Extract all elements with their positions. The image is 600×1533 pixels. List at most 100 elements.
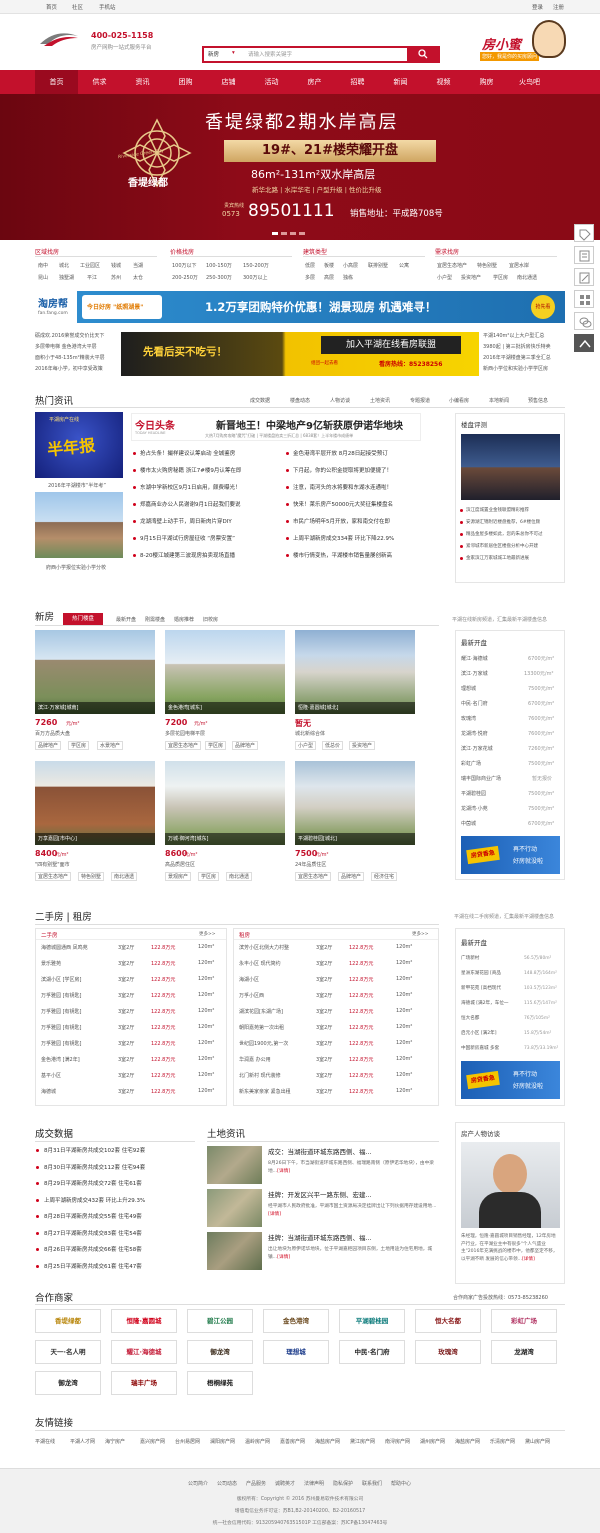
house-tag[interactable]: 品牌地产 [338, 872, 365, 881]
headline-sub[interactable]: 大热7月购房攻略"魔咒"打破 | 平湖楼盘拍卖三折汇总 | 6838套！上半年楼… [205, 433, 353, 439]
opening-name[interactable]: 龙湖湾·悦府 [461, 730, 488, 737]
chevron-down-icon[interactable]: ▾ [232, 50, 235, 56]
news-tab[interactable]: 土地资讯 [370, 397, 390, 404]
footer-link[interactable]: 公司动态 [217, 1480, 237, 1487]
house-card-image[interactable]: 万享嘉园[市中心] [35, 761, 155, 845]
partner-logo[interactable]: 天一·名人明 [35, 1340, 101, 1364]
resale-name[interactable]: 新甲花苑 [高档现代 [461, 985, 501, 991]
filter-link[interactable]: 公寓 [399, 262, 409, 269]
back-to-top-button[interactable] [574, 334, 594, 352]
deal-item[interactable]: 上周平湖新房成交432套 环比上升29.3% [44, 1196, 145, 1204]
filter-link[interactable]: 小户型 [437, 274, 452, 281]
house-card-image[interactable]: 金色港湾[城东] [165, 630, 285, 714]
friend-link[interactable]: 黛江房产网 [350, 1438, 375, 1445]
house-tag[interactable]: 宜居生态地产 [165, 741, 202, 750]
footer-link[interactable]: 联系我们 [362, 1480, 382, 1487]
house-tag[interactable]: 学区房 [205, 741, 227, 750]
nav-item-shop[interactable]: 店铺 [207, 70, 250, 94]
partner-logo[interactable]: 耀江·海德城 [111, 1340, 177, 1364]
house-tag[interactable]: 学区房 [68, 741, 90, 750]
ad-right-line[interactable]: 平湖140m²以上大户型汇总 [483, 332, 544, 339]
filter-link[interactable]: 城北 [59, 262, 69, 269]
partner-logo[interactable]: 中民·名门府 [339, 1340, 405, 1364]
partner-logo[interactable]: 彩虹广场 [491, 1309, 557, 1333]
filter-link[interactable]: 太仓 [133, 274, 143, 281]
news-item[interactable]: 市民广场明年5月开放，家和南交付在即 [293, 517, 390, 525]
house-tag[interactable]: 景观房产 [165, 872, 192, 881]
eval-item[interactable]: 安源湖汇锦附近楼盘推荐，6#楼位颇 [466, 519, 540, 525]
login-link[interactable]: 登录 [532, 3, 543, 11]
partner-logo[interactable]: 理想城 [263, 1340, 329, 1364]
filter-link[interactable]: 平江 [87, 274, 97, 281]
deal-item[interactable]: 8月31日平湖新房共成交102套 住宅92套 [44, 1146, 145, 1154]
footer-link[interactable]: 诚聘英才 [275, 1480, 295, 1487]
filter-link[interactable]: 宜居生态地产 [437, 262, 467, 269]
nav-item-jobs[interactable]: 招聘 [336, 70, 379, 94]
listing-title[interactable]: 滨湖小区 [学区房] [41, 976, 82, 983]
news-tab[interactable]: 成交数据 [250, 397, 270, 404]
filter-link[interactable]: 100万以下 [172, 262, 197, 269]
friend-link[interactable]: 黛山房产网 [525, 1438, 550, 1445]
listing-title[interactable]: 永丰小区 现代简约 [239, 960, 281, 967]
opening-name[interactable]: 理想城 [461, 685, 476, 692]
footer-link[interactable]: 产品服务 [246, 1480, 266, 1487]
opening-name[interactable]: 瑞丰国际商业广场 [461, 775, 501, 782]
partner-logo[interactable]: 恒隆·嘉圆城 [111, 1309, 177, 1333]
house-tag[interactable]: 投资地产 [349, 741, 376, 750]
land-map-image[interactable] [207, 1189, 262, 1227]
mobile-link[interactable]: 手机站 [99, 3, 116, 11]
news-item[interactable]: 楼市行情变热，平湖楼市销售量屡创新高 [293, 551, 392, 559]
eval-item[interactable]: 精品金屋多楼如此，您的朱总你不可过 [466, 531, 543, 537]
opening-name[interactable]: 滨江·万家城 [461, 670, 488, 677]
nav-item-newsroom[interactable]: 新闻 [379, 70, 422, 94]
more-link[interactable]: 更多>> [199, 931, 216, 937]
resale-name[interactable]: 启元小区 [满2年] [461, 1030, 497, 1036]
filter-link[interactable]: 150-200万 [243, 262, 269, 269]
filter-link[interactable]: 高层 [324, 274, 334, 281]
resale-name[interactable]: 中国新房嘉城 多套 [461, 1045, 499, 1051]
listing-title[interactable]: 湖滨花园[东湖广场] [239, 1008, 283, 1015]
partner-logo[interactable]: 平湖碧桂园 [339, 1309, 405, 1333]
news-image-half-year[interactable]: 平湖房产在线 半年报 [35, 412, 123, 478]
listing-title[interactable]: 万孚雅园 [有钥匙] [41, 1024, 82, 1031]
news-tab[interactable]: 预售信息 [528, 397, 548, 404]
partner-logo[interactable]: 玫瑰湾 [415, 1340, 481, 1364]
land-item-title[interactable]: 挂牌：当湖街道环城东路西侧、福... [268, 1232, 372, 1242]
friend-link[interactable]: 海盐房产网 [455, 1438, 480, 1445]
news-item[interactable]: 抢占头条！撮样建议认筹启动 全城鉴房 [140, 449, 235, 457]
filter-link[interactable]: 200-250万 [172, 274, 198, 281]
tab-hot[interactable]: 热门楼盘 [63, 613, 103, 625]
news-item[interactable]: 8-20樱江城建第三波现房拍卖现场直播 [140, 551, 235, 559]
mortgage-ad[interactable]: 房贷香急 再不行动 好房就没啦 [461, 1061, 560, 1099]
footer-link[interactable]: 帮助中心 [391, 1480, 411, 1487]
opening-name[interactable]: 中茵城 [461, 820, 476, 827]
land-item-title[interactable]: 挂牌：开发区兴平一路东侧、宏建... [268, 1189, 372, 1199]
house-card-image[interactable]: 平湖碧桂园[城北] [295, 761, 415, 845]
partner-logo[interactable]: 香堤绿都 [35, 1309, 101, 1333]
filter-link[interactable]: 低层 [305, 262, 315, 269]
eval-item[interactable]: 紧邻城市新居住区楼盘分析中心开建 [466, 543, 538, 549]
float-app-button[interactable] [574, 290, 594, 308]
house-tag[interactable]: 经济住宅 [371, 872, 398, 881]
ad-left-line[interactable]: 砺成欢.2016荣誉成交价比天下 [35, 332, 104, 339]
news-item[interactable]: 楼市太火购房秘籍 浙江7#楼9月认筹在即 [140, 466, 241, 474]
carousel-dot[interactable] [290, 232, 296, 235]
listing-title[interactable]: 海湖小区 [239, 976, 259, 983]
listing-title[interactable]: 海德城 [41, 1088, 56, 1095]
listing-title[interactable]: 世纪园1900元,第一次 [239, 1040, 288, 1047]
resale-name[interactable]: 海德城 [满2年，车位一 [461, 1000, 509, 1006]
taofangbang-ad[interactable]: 淘房帮 fan.fang.com 今日好房 "纸照湖景" 1.2万享团购特价优惠… [35, 291, 565, 323]
nav-item-buy[interactable]: 购房 [465, 70, 508, 94]
nav-item-activity[interactable]: 活动 [250, 70, 293, 94]
filter-link[interactable]: 宜居水岸 [509, 262, 529, 269]
filter-link[interactable]: 苏州 [111, 274, 121, 281]
resale-name[interactable]: 广场新村 [461, 955, 479, 961]
hero-banner[interactable]: Riverside Green City 香堤绿都 香堤绿都2期水岸高层 19#… [0, 94, 600, 240]
listing-title[interactable]: 万孚雅园 [有钥匙] [41, 1040, 82, 1047]
ad-right-line[interactable]: 2016年平湖楼盘第三季全汇总 [483, 354, 551, 361]
filter-link[interactable]: 工业园区 [80, 262, 100, 269]
news-item[interactable]: 金色港湾平层开放 8月28日起接受预订 [293, 449, 388, 457]
filter-link[interactable]: 多层 [305, 274, 315, 281]
house-tag[interactable]: 南北通透 [226, 872, 253, 881]
partner-logo[interactable]: 恒大名都 [415, 1309, 481, 1333]
